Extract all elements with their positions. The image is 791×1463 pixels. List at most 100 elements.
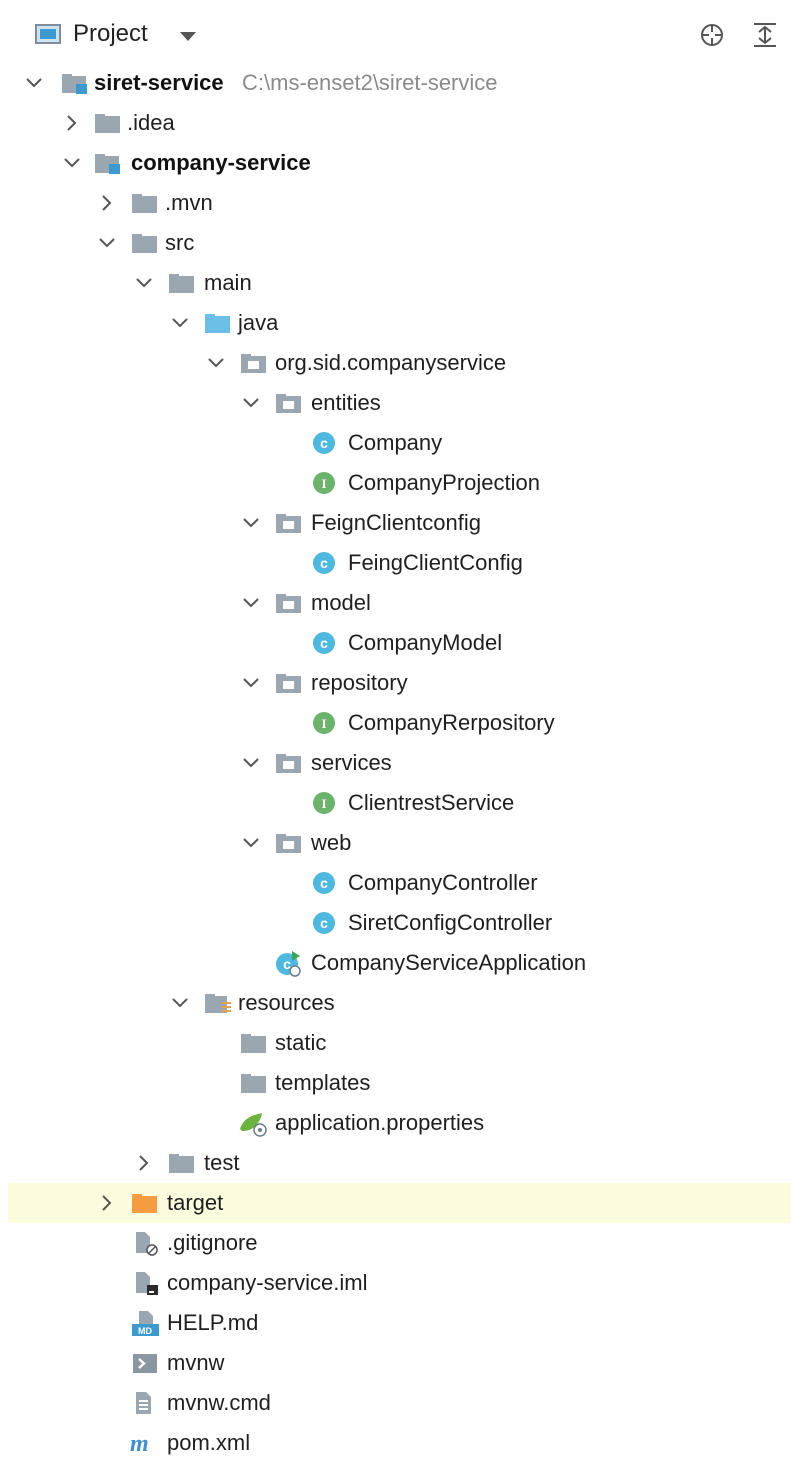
tree-row-iml[interactable]: company-service.iml	[8, 1263, 791, 1303]
tree-label: CompanyServiceApplication	[311, 950, 587, 975]
tree-row-company-projection[interactable]: I CompanyProjection	[8, 463, 791, 503]
tree-row-web-pkg[interactable]: web	[8, 823, 791, 863]
class-icon: c	[310, 431, 338, 455]
folder-icon	[94, 111, 122, 135]
tree-row-clientrest-service[interactable]: I ClientrestService	[8, 783, 791, 823]
tree-label: model	[311, 590, 371, 615]
chevron-right-icon[interactable]	[132, 1151, 156, 1175]
tree-row-model-pkg[interactable]: model	[8, 583, 791, 623]
tree-row-company-service[interactable]: company-service	[8, 143, 791, 183]
tree-label: pom.xml	[167, 1430, 251, 1455]
tree-label: mvnw.cmd	[167, 1390, 271, 1415]
svg-text:c: c	[320, 635, 328, 651]
tree-label: org.sid.companyservice	[275, 350, 507, 375]
tree-row-siret-service[interactable]: siret-service C:\ms-enset2\siret-service	[8, 63, 791, 103]
tree-row-repository-pkg[interactable]: repository	[8, 663, 791, 703]
tree-row-package[interactable]: org.sid.companyservice	[8, 343, 791, 383]
class-icon: c	[310, 871, 338, 895]
tree-label: web	[311, 830, 352, 855]
tree-row-mvnw[interactable]: mvnw	[8, 1343, 791, 1383]
tree-row-app-properties[interactable]: application.properties	[8, 1103, 791, 1143]
folder-icon	[168, 1151, 196, 1175]
collapse-all-icon[interactable]	[750, 20, 780, 50]
spring-boot-class-icon: c	[274, 951, 302, 977]
tree-label: CompanyController	[348, 870, 538, 895]
package-icon	[275, 391, 303, 415]
tree-row-feign-class[interactable]: c FeingClientConfig	[8, 543, 791, 583]
locate-icon[interactable]	[697, 20, 727, 50]
tree-label: .idea	[127, 110, 175, 135]
tree-row-feign-pkg[interactable]: FeignClientconfig	[8, 503, 791, 543]
tree-label: resources	[238, 990, 335, 1015]
chevron-down-icon[interactable]	[180, 32, 196, 41]
tree-row-resources[interactable]: resources	[8, 983, 791, 1023]
chevron-down-icon[interactable]	[239, 831, 263, 855]
folder-icon	[168, 271, 196, 295]
folder-icon	[131, 231, 159, 255]
chevron-down-icon[interactable]	[132, 271, 156, 295]
tree-label: .gitignore	[167, 1230, 258, 1255]
chevron-down-icon[interactable]	[168, 991, 192, 1015]
tree-row-mvnw-cmd[interactable]: mvnw.cmd	[8, 1383, 791, 1423]
iml-file-icon	[132, 1271, 160, 1295]
svg-text:I: I	[321, 716, 326, 731]
tree-label: src	[165, 230, 195, 255]
svg-text:m: m	[130, 1431, 149, 1455]
tree-row-test[interactable]: test	[8, 1143, 791, 1183]
chevron-down-icon[interactable]	[239, 671, 263, 695]
chevron-down-icon[interactable]	[168, 311, 192, 335]
tree-label: FeingClientConfig	[348, 550, 523, 575]
tree-row-main[interactable]: main	[8, 263, 791, 303]
project-view-selector[interactable]: Project	[73, 18, 148, 50]
chevron-down-icon[interactable]	[239, 591, 263, 615]
chevron-down-icon[interactable]	[60, 151, 84, 175]
tree-row-siret-config-controller[interactable]: c SiretConfigController	[8, 903, 791, 943]
tree-row-src[interactable]: src	[8, 223, 791, 263]
chevron-down-icon[interactable]	[204, 351, 228, 375]
chevron-down-icon[interactable]	[22, 71, 46, 95]
excluded-folder-icon	[131, 1191, 159, 1215]
chevron-right-icon[interactable]	[95, 1191, 119, 1215]
chevron-down-icon[interactable]	[239, 751, 263, 775]
tree-row-static[interactable]: static	[8, 1023, 791, 1063]
tree-row-target[interactable]: target	[8, 1183, 791, 1223]
interface-icon: I	[310, 711, 338, 735]
tree-row-entities[interactable]: entities	[8, 383, 791, 423]
chevron-down-icon[interactable]	[239, 391, 263, 415]
tree-label: static	[275, 1030, 327, 1055]
chevron-right-icon[interactable]	[95, 191, 119, 215]
tree-row-services-pkg[interactable]: services	[8, 743, 791, 783]
text-file-icon	[132, 1391, 160, 1415]
chevron-down-icon[interactable]	[95, 231, 119, 255]
tree-row-app-class[interactable]: c CompanyServiceApplication	[8, 943, 791, 983]
svg-text:I: I	[321, 476, 326, 491]
markdown-file-icon: MD	[131, 1311, 159, 1336]
resources-folder-icon	[204, 991, 232, 1015]
tree-label: ClientrestService	[348, 790, 515, 815]
interface-icon: I	[310, 471, 338, 495]
tree-row-templates[interactable]: templates	[8, 1063, 791, 1103]
tree-label: application.properties	[275, 1110, 485, 1135]
package-icon	[240, 351, 268, 375]
tree-label: company-service	[131, 150, 311, 175]
chevron-right-icon[interactable]	[60, 111, 84, 135]
tree-row-idea[interactable]: .idea	[8, 103, 791, 143]
package-icon	[275, 591, 303, 615]
interface-icon: I	[310, 791, 338, 815]
tree-row-gitignore[interactable]: .gitignore	[8, 1223, 791, 1263]
tree-label: CompanyProjection	[348, 470, 540, 495]
class-icon: c	[310, 551, 338, 575]
tree-row-company-repository[interactable]: I CompanyRerpository	[8, 703, 791, 743]
tree-row-help[interactable]: MD HELP.md	[8, 1303, 791, 1343]
svg-text:c: c	[320, 555, 328, 571]
tree-row-java[interactable]: java	[8, 303, 791, 343]
tree-row-pom[interactable]: m pom.xml	[8, 1423, 791, 1463]
svg-text:I: I	[321, 796, 326, 811]
tree-row-company-model[interactable]: c CompanyModel	[8, 623, 791, 663]
chevron-down-icon[interactable]	[239, 511, 263, 535]
shell-script-icon	[132, 1351, 160, 1375]
gitignore-file-icon	[132, 1231, 160, 1256]
tree-row-company-controller[interactable]: c CompanyController	[8, 863, 791, 903]
tree-row-company[interactable]: c Company	[8, 423, 791, 463]
tree-row-mvn[interactable]: .mvn	[8, 183, 791, 223]
